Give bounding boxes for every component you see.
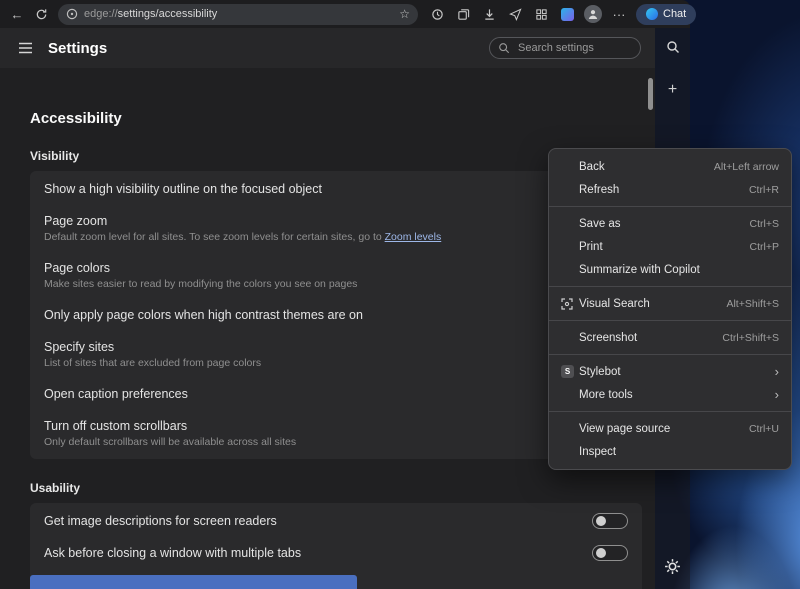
image-descriptions-toggle[interactable] [592, 513, 628, 529]
search-icon [498, 42, 510, 54]
context-menu-item-more-tools[interactable]: More tools › [549, 383, 791, 406]
sidebar-search-icon[interactable] [666, 40, 680, 54]
menu-separator [549, 354, 791, 355]
context-menu-item-summarize-copilot[interactable]: Summarize with Copilot [549, 258, 791, 281]
settings-search-input[interactable] [516, 41, 632, 55]
setting-subtext: List of sites that are excluded from pag… [44, 357, 262, 369]
context-menu-item-refresh[interactable]: Refresh Ctrl+R [549, 178, 791, 201]
sidebar-gear-icon[interactable] [664, 558, 681, 575]
toggle-knob [596, 548, 606, 558]
context-menu-item-view-page-source[interactable]: View page source Ctrl+U [549, 417, 791, 440]
extension-icon[interactable] [556, 3, 578, 25]
scrollbar-thumb[interactable] [648, 78, 653, 110]
browser-toolbar: ← edge://settings/accessibility ☆ ··· Ch… [0, 0, 697, 28]
profile-avatar[interactable] [582, 3, 604, 25]
context-menu: Back Alt+Left arrow Refresh Ctrl+R Save … [548, 148, 792, 470]
setting-subtext: Only default scrollbars will be availabl… [44, 436, 297, 448]
downloads-icon[interactable] [478, 3, 500, 25]
menu-separator [549, 320, 791, 321]
context-menu-item-inspect[interactable]: Inspect [549, 440, 791, 463]
chat-icon [646, 8, 658, 20]
refresh-icon[interactable] [30, 3, 52, 25]
favorite-star-icon[interactable]: ☆ [399, 7, 410, 21]
url-path: settings/accessibility [117, 8, 218, 20]
visual-search-icon [561, 297, 579, 310]
setting-subtext: Default zoom level for all sites. To see… [44, 231, 442, 243]
context-menu-item-save-as[interactable]: Save as Ctrl+S [549, 212, 791, 235]
menu-separator [549, 411, 791, 412]
site-info-icon[interactable] [66, 8, 78, 20]
desktop: ← edge://settings/accessibility ☆ ··· Ch… [0, 0, 800, 589]
collections-icon[interactable] [452, 3, 474, 25]
focused-row-highlight [30, 575, 357, 589]
toggle-knob [596, 516, 606, 526]
section-label-usability: Usability [30, 481, 81, 495]
submenu-arrow-icon: › [774, 364, 779, 379]
address-bar[interactable]: edge://settings/accessibility ☆ [58, 3, 418, 25]
stylebot-icon: S [561, 365, 579, 378]
context-menu-item-back[interactable]: Back Alt+Left arrow [549, 155, 791, 178]
url-scheme: edge:// [84, 8, 118, 20]
back-icon[interactable]: ← [6, 3, 28, 25]
ask-before-closing-toggle[interactable] [592, 545, 628, 561]
submenu-arrow-icon: › [774, 387, 779, 402]
context-menu-item-screenshot[interactable]: Screenshot Ctrl+Shift+S [549, 326, 791, 349]
send-icon[interactable] [504, 3, 526, 25]
history-icon[interactable] [426, 3, 448, 25]
settings-title: Settings [48, 39, 108, 57]
sidebar-add-icon[interactable]: + [668, 82, 677, 98]
chat-button[interactable]: Chat [636, 3, 697, 25]
menu-separator [549, 286, 791, 287]
zoom-levels-link[interactable]: Zoom levels [385, 231, 442, 243]
menu-hamburger-icon[interactable] [14, 37, 36, 59]
page-title: Accessibility [30, 110, 122, 127]
setting-row-ask-before-closing[interactable]: Ask before closing a window with multipl… [30, 537, 642, 569]
context-menu-item-visual-search[interactable]: Visual Search Alt+Shift+S [549, 292, 791, 315]
usability-card: Get image descriptions for screen reader… [30, 503, 642, 589]
toolbar-icon-cluster: ··· [426, 3, 630, 25]
setting-subtext: Make sites easier to read by modifying t… [44, 278, 358, 290]
menu-separator [549, 206, 791, 207]
url-text: edge://settings/accessibility [84, 8, 393, 20]
settings-header: Settings [0, 28, 655, 68]
setting-row-image-descriptions[interactable]: Get image descriptions for screen reader… [30, 505, 642, 537]
settings-search[interactable] [489, 37, 641, 59]
workspaces-icon[interactable] [530, 3, 552, 25]
chat-button-label: Chat [663, 8, 687, 20]
context-menu-item-print[interactable]: Print Ctrl+P [549, 235, 791, 258]
context-menu-item-stylebot[interactable]: S Stylebot › [549, 360, 791, 383]
more-menu-icon[interactable]: ··· [608, 3, 630, 25]
